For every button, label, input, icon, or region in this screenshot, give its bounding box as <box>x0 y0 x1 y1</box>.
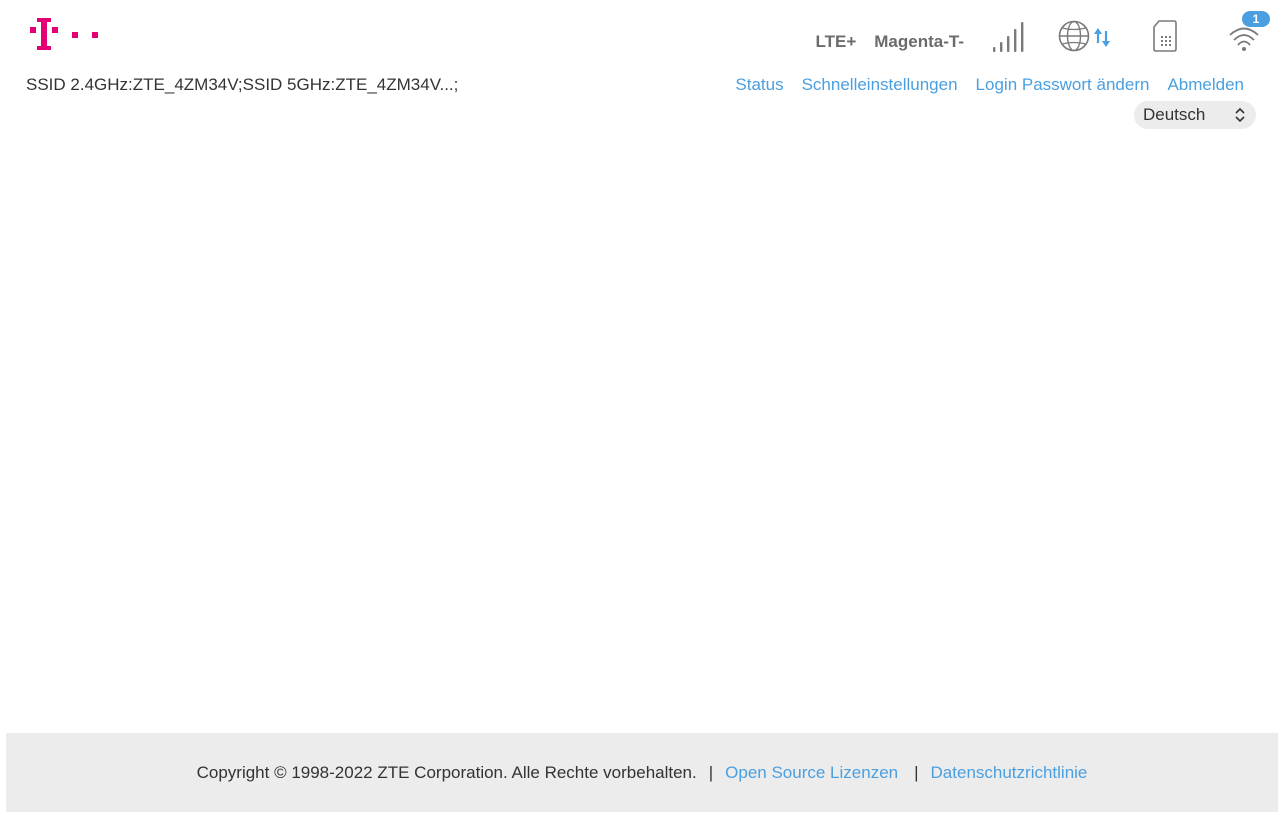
chevron-up-down-icon <box>1234 106 1246 129</box>
language-selected-value: Deutsch <box>1143 105 1206 124</box>
open-source-licenses-link[interactable]: Open Source Lizenzen <box>725 763 898 783</box>
footer-separator: | <box>914 762 919 782</box>
sim-card-icon <box>1152 19 1178 58</box>
footer: Copyright © 1998-2022 ZTE Corporation. A… <box>6 733 1278 812</box>
network-type-label: LTE+ <box>815 32 857 51</box>
telekom-t-logo-icon[interactable] <box>30 18 102 52</box>
privacy-policy-link[interactable]: Datenschutzrichtlinie <box>931 763 1088 783</box>
nav-link-status[interactable]: Status <box>735 75 783 95</box>
wifi-icon[interactable]: 1 <box>1228 10 1270 58</box>
nav-link-change-password[interactable]: Login Passwort ändern <box>976 75 1150 95</box>
router-web-ui: LTE+ Magenta-T- 1 SSID 2.4GHz:ZTE_4ZM34V… <box>0 0 1284 815</box>
top-nav: Status Schnelleinstellungen Login Passwo… <box>717 75 1244 95</box>
status-bar: LTE+ Magenta-T- 1 <box>815 10 1270 58</box>
operator-name: Magenta-T- <box>874 32 964 51</box>
wifi-clients-badge: 1 <box>1242 10 1270 27</box>
language-select[interactable]: Deutsch <box>1134 101 1256 129</box>
footer-separator: | <box>708 762 714 782</box>
globe-data-icon <box>1058 19 1114 58</box>
ssid-info: SSID 2.4GHz:ZTE_4ZM34V;SSID 5GHz:ZTE_4ZM… <box>26 75 459 94</box>
nav-link-logout[interactable]: Abmelden <box>1167 75 1244 95</box>
nav-link-quick-settings[interactable]: Schnelleinstellungen <box>802 75 958 95</box>
copyright-text: Copyright © 1998-2022 ZTE Corporation. A… <box>196 762 697 782</box>
signal-strength-icon <box>992 19 1026 58</box>
